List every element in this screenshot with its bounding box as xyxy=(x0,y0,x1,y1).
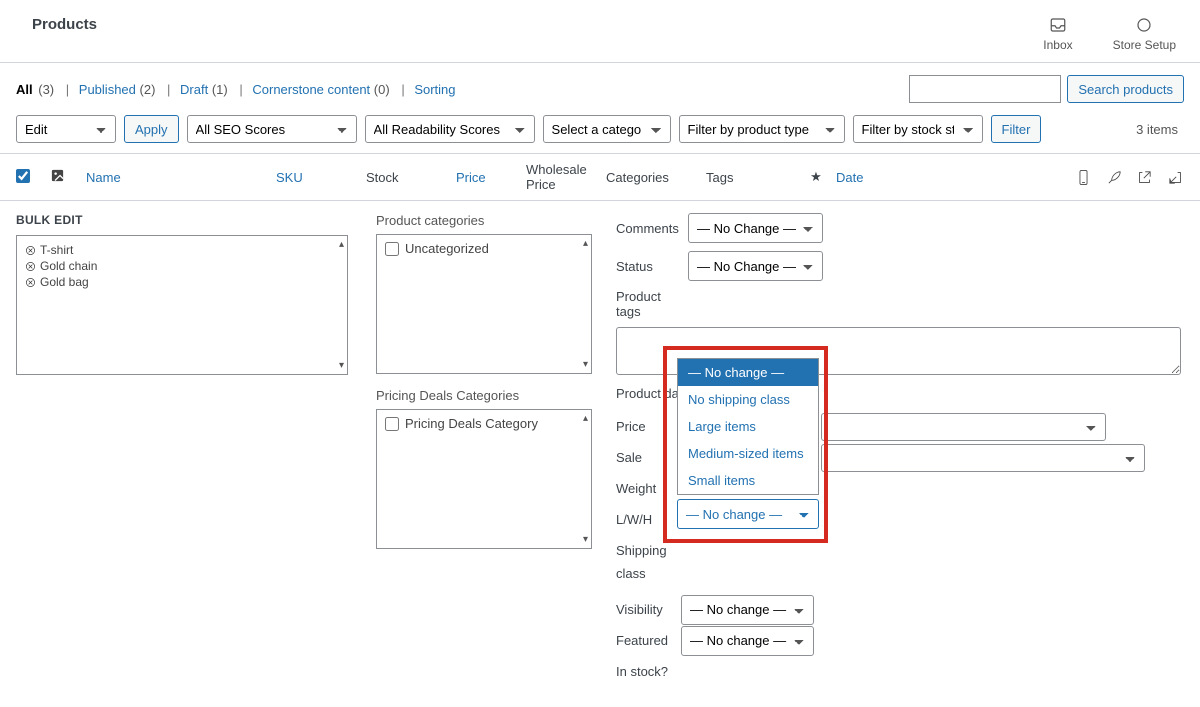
shipping-class-select[interactable]: — No change — xyxy=(677,499,819,529)
dropdown-option[interactable]: Large items xyxy=(678,413,818,440)
class-label: class xyxy=(616,566,646,581)
products-table-header: Name SKU Stock Price Wholesale Price Cat… xyxy=(0,153,1200,201)
page-title: Products xyxy=(32,16,97,33)
list-item[interactable]: T-shirt xyxy=(25,242,329,258)
bulk-action-select[interactable]: Edit xyxy=(16,115,116,143)
items-count: 3 items xyxy=(1136,122,1184,137)
col-price[interactable]: Price xyxy=(456,170,526,185)
list-item[interactable]: Gold chain xyxy=(25,258,329,274)
scroll-up-icon[interactable]: ▴ xyxy=(583,413,588,424)
visibility-select[interactable]: — No change — xyxy=(681,595,814,625)
dropdown-option[interactable]: — No change — xyxy=(678,359,818,386)
store-setup-label: Store Setup xyxy=(1113,38,1176,52)
uncategorized-checkbox[interactable]: Uncategorized xyxy=(385,241,573,256)
bulk-edit-title: BULK EDIT xyxy=(16,213,364,227)
lwh-label: L/W/H xyxy=(616,512,652,527)
col-sku[interactable]: SKU xyxy=(276,170,366,185)
phone-icon xyxy=(1075,169,1092,186)
inbox-label: Inbox xyxy=(1043,38,1072,52)
store-setup-button[interactable]: Store Setup xyxy=(1113,16,1176,52)
weight-label: Weight xyxy=(616,481,656,496)
image-icon xyxy=(50,168,65,183)
scroll-down-icon[interactable]: ▾ xyxy=(583,534,588,545)
inbox-button[interactable]: Inbox xyxy=(1043,16,1072,52)
list-item[interactable]: Gold bag xyxy=(25,274,329,290)
col-name[interactable]: Name xyxy=(86,170,276,185)
product-categories-box[interactable]: ▴ Uncategorized ▾ xyxy=(376,234,592,374)
circle-icon xyxy=(1135,16,1153,34)
remove-icon[interactable] xyxy=(25,261,36,272)
col-wholesale-price: Wholesale Price xyxy=(526,162,606,192)
category-select[interactable]: Select a category xyxy=(543,115,671,143)
stock-status-select[interactable]: Filter by stock status xyxy=(853,115,983,143)
in-stock-label: In stock? xyxy=(616,664,696,679)
price-select[interactable] xyxy=(821,413,1106,441)
visibility-label: Visibility xyxy=(616,602,663,617)
sale-label: Sale xyxy=(616,450,642,465)
apply-button[interactable]: Apply xyxy=(124,115,179,143)
search-input[interactable] xyxy=(909,75,1061,103)
remove-icon[interactable] xyxy=(25,245,36,256)
view-links: All (3) | Published (2) | Draft (1) | Co… xyxy=(16,82,456,97)
incoming-links-icon xyxy=(1167,169,1184,186)
remove-icon[interactable] xyxy=(25,277,36,288)
pricing-deals-box[interactable]: ▴ Pricing Deals Category ▾ xyxy=(376,409,592,549)
dropdown-option[interactable]: Medium-sized items xyxy=(678,440,818,467)
outgoing-links-icon xyxy=(1136,169,1153,186)
scroll-up-icon[interactable]: ▴ xyxy=(339,239,344,250)
filter-cornerstone[interactable]: Cornerstone content xyxy=(252,82,370,97)
pricing-deals-category-checkbox[interactable]: Pricing Deals Category xyxy=(385,416,573,431)
col-stock: Stock xyxy=(366,170,456,185)
featured-label: Featured xyxy=(616,633,668,648)
col-categories: Categories xyxy=(606,170,706,185)
search-products-button[interactable]: Search products xyxy=(1067,75,1184,103)
comments-label: Comments xyxy=(616,221,688,236)
featured-select[interactable]: — No change — xyxy=(681,626,814,656)
readability-scores-select[interactable]: All Readability Scores xyxy=(365,115,535,143)
product-categories-title: Product categories xyxy=(376,213,604,228)
pricing-deals-title: Pricing Deals Categories xyxy=(376,388,604,403)
filter-all[interactable]: All xyxy=(16,82,33,97)
inbox-icon xyxy=(1049,16,1067,34)
shipping-class-options-list[interactable]: — No change — No shipping class Large it… xyxy=(677,358,819,495)
dropdown-option[interactable]: No shipping class xyxy=(678,386,818,413)
comments-select[interactable]: — No Change — xyxy=(688,213,823,243)
filter-published[interactable]: Published xyxy=(79,82,136,97)
col-date[interactable]: Date xyxy=(836,170,946,185)
status-label: Status xyxy=(616,259,688,274)
bulk-edit-items-list[interactable]: ▴ T-shirt Gold chain Gold bag ▾ xyxy=(16,235,348,375)
shipping-class-dropdown-highlight: — No change — No shipping class Large it… xyxy=(663,346,828,543)
filter-draft[interactable]: Draft xyxy=(180,82,208,97)
status-select[interactable]: — No Change — xyxy=(688,251,823,281)
scroll-down-icon[interactable]: ▾ xyxy=(339,360,344,371)
scroll-up-icon[interactable]: ▴ xyxy=(583,238,588,249)
feather-icon xyxy=(1106,169,1123,186)
product-tags-label: Product tags xyxy=(616,289,688,319)
scroll-down-icon[interactable]: ▾ xyxy=(583,359,588,370)
shipping-label: Shipping xyxy=(616,543,667,558)
select-all-checkbox[interactable] xyxy=(16,169,30,183)
sale-select[interactable] xyxy=(821,444,1145,472)
filter-button[interactable]: Filter xyxy=(991,115,1042,143)
price-label: Price xyxy=(616,419,646,434)
col-tags: Tags xyxy=(706,170,796,185)
col-featured: ★ xyxy=(796,169,836,185)
seo-scores-select[interactable]: All SEO Scores xyxy=(187,115,357,143)
sorting-link[interactable]: Sorting xyxy=(414,82,455,97)
product-type-select[interactable]: Filter by product type xyxy=(679,115,845,143)
dropdown-option[interactable]: Small items xyxy=(678,467,818,494)
